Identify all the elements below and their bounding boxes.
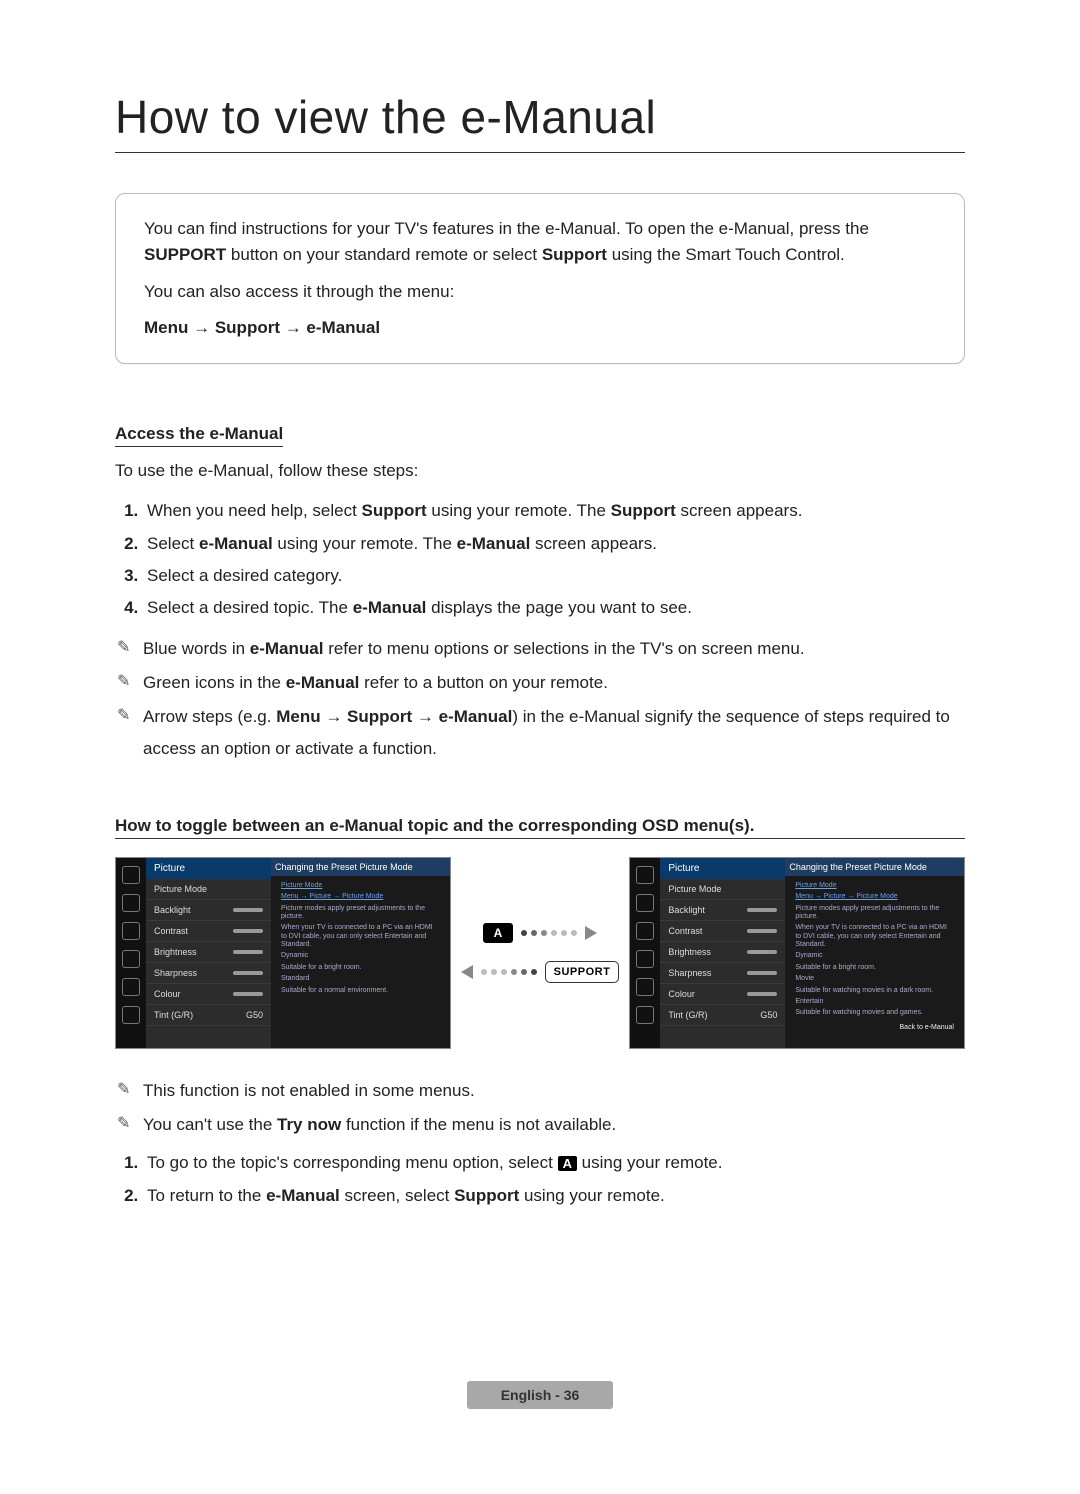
page-footer: English - 36 [0, 1381, 1080, 1409]
section1-steps: When you need help, select Support using… [115, 495, 965, 624]
intro-box: You can find instructions for your TV's … [115, 193, 965, 364]
section2-notes: This function is not enabled in some men… [115, 1075, 965, 1142]
manual-page: How to view the e-Manual You can find in… [0, 0, 1080, 1494]
page-title: How to view the e-Manual [115, 90, 965, 153]
step-item: Select e-Manual using your remote. The e… [143, 528, 965, 560]
section-heading-toggle: How to toggle between an e-Manual topic … [115, 816, 965, 839]
note-item: You can't use the Try now function if th… [115, 1109, 965, 1141]
button-a-badge: A [483, 923, 513, 943]
page-number-tab: English - 36 [467, 1381, 614, 1409]
figure-row: Picture Picture Mode Backlight Contrast … [115, 857, 965, 1049]
section1-lead: To use the e-Manual, follow these steps: [115, 461, 965, 481]
step-item: Select a desired category. [143, 560, 965, 592]
center-arrows: A SUPPORT [461, 923, 620, 983]
intro-paragraph-2: You can also access it through the menu: [144, 279, 936, 305]
note-item: Blue words in e-Manual refer to menu opt… [115, 633, 965, 665]
section-heading-access: Access the e-Manual [115, 424, 283, 447]
screenshot-right: Picture Picture Mode Backlight Contrast … [629, 857, 965, 1049]
section2-steps: To go to the topic's corresponding menu … [115, 1147, 965, 1212]
arrow-left-icon [461, 965, 473, 979]
intro-menu-path: Menu → Support → e-Manual [144, 315, 936, 341]
step-item: To go to the topic's corresponding menu … [143, 1147, 965, 1179]
inline-a-icon: A [558, 1156, 577, 1171]
step-item: When you need help, select Support using… [143, 495, 965, 527]
note-item: Arrow steps (e.g. Menu → Support → e-Man… [115, 701, 965, 766]
section1-notes: Blue words in e-Manual refer to menu opt… [115, 633, 965, 766]
step-item: Select a desired topic. The e-Manual dis… [143, 592, 965, 624]
button-support-badge: SUPPORT [545, 961, 620, 983]
arrow-right-icon [585, 926, 597, 940]
screenshot-left: Picture Picture Mode Backlight Contrast … [115, 857, 451, 1049]
note-item: This function is not enabled in some men… [115, 1075, 965, 1107]
intro-paragraph-1: You can find instructions for your TV's … [144, 216, 936, 269]
step-item: To return to the e-Manual screen, select… [143, 1180, 965, 1212]
note-item: Green icons in the e-Manual refer to a b… [115, 667, 965, 699]
